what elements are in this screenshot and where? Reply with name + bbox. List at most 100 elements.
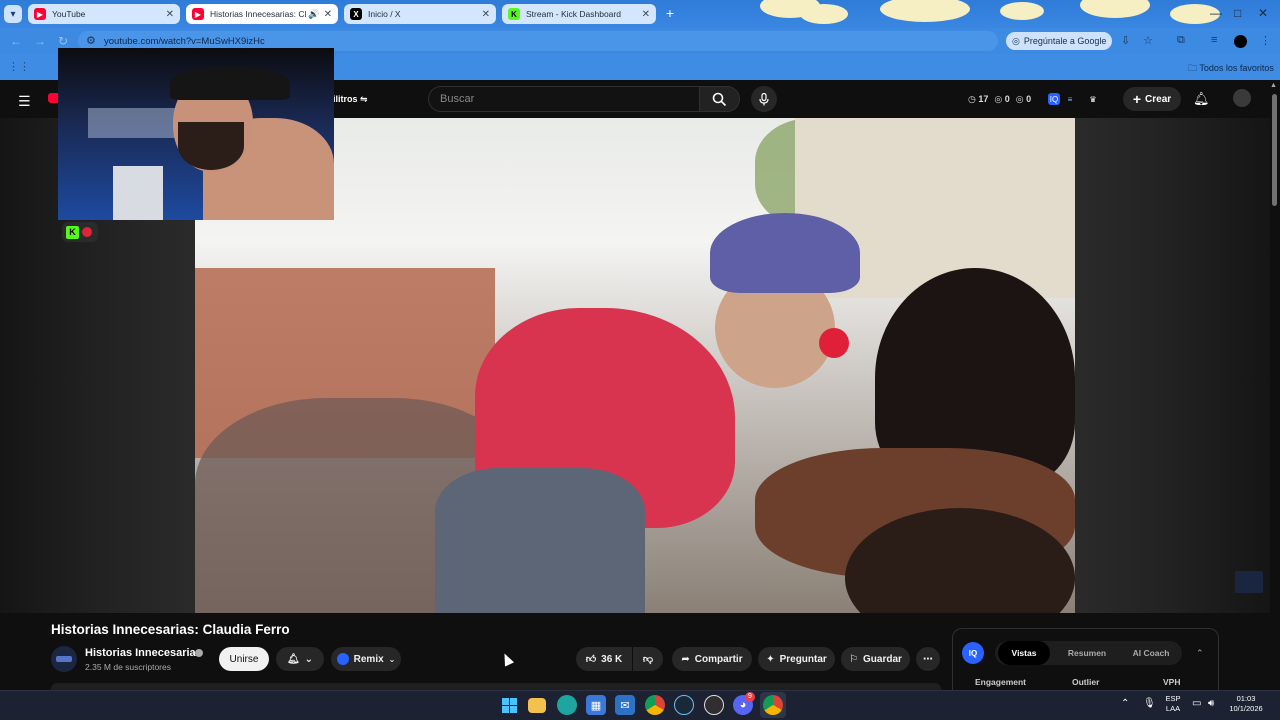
back-icon[interactable]: ←: [10, 34, 22, 48]
verified-badge-icon: [195, 649, 203, 657]
stat-third: ◎ 0: [1016, 94, 1031, 105]
clock-icon: ◷: [968, 94, 976, 104]
remix-button[interactable]: Remix ⌄: [331, 647, 401, 671]
extensions-icon[interactable]: ⧉: [1177, 34, 1185, 47]
vidiq-tab-vistas[interactable]: Vistas: [998, 641, 1050, 665]
profile-avatar[interactable]: [1234, 35, 1247, 48]
vidiq-tab-ai-coach[interactable]: AI Coach: [1122, 641, 1180, 665]
forward-icon[interactable]: →: [34, 34, 46, 48]
sparkle-icon: ✦: [766, 653, 775, 665]
screen: ▾ ▶ YouTube ✕ ▶ Historias Innecesarias: …: [0, 0, 1280, 720]
more-horizontal-icon: ⋯: [923, 653, 933, 665]
close-icon[interactable]: ✕: [166, 9, 174, 20]
language-indicator[interactable]: ESP LAA: [1162, 694, 1184, 714]
discord-badge: 9: [745, 692, 755, 702]
tab-kick[interactable]: K Stream - Kick Dashboard ✕: [502, 4, 656, 24]
thumbs-down-icon: 👎︎: [642, 654, 654, 665]
channel-avatar-mark: [56, 656, 72, 662]
edge-icon[interactable]: [557, 695, 577, 715]
steam-icon[interactable]: [674, 695, 694, 715]
create-button[interactable]: + Crear: [1123, 87, 1181, 111]
folder-icon: 🗀: [1188, 63, 1200, 73]
scrollbar-thumb[interactable]: [1272, 94, 1277, 206]
account-avatar[interactable]: [1233, 89, 1251, 107]
clock[interactable]: 01:03 10/1/2026: [1226, 694, 1266, 714]
create-label: Crear: [1145, 93, 1172, 105]
more-actions-button[interactable]: ⋯: [916, 647, 940, 671]
chrome-icon[interactable]: [645, 695, 665, 715]
speaker-icon[interactable]: 🔊: [308, 9, 319, 20]
channel-watermark[interactable]: [1235, 571, 1263, 593]
filters-button[interactable]: ilitros ⇋: [333, 94, 368, 105]
all-bookmarks[interactable]: 🗀 Todos los favoritos: [1188, 61, 1274, 77]
tray-overflow-icon[interactable]: ⌃: [1121, 698, 1129, 709]
description-box[interactable]: [51, 683, 941, 690]
volume-icon[interactable]: 🔊︎: [1208, 698, 1214, 709]
video-clown-nose: [819, 328, 849, 358]
vidiq-extension-icon[interactable]: IQ: [1048, 93, 1060, 105]
media-icon[interactable]: ≡: [1211, 34, 1217, 46]
extension-stats[interactable]: ◷ 17 ◎ 0 ◎ 0: [968, 94, 1031, 105]
trophy-icon[interactable]: ♛: [1087, 93, 1099, 105]
url-text[interactable]: youtube.com/watch?v=MuSwHX9izHc: [104, 36, 265, 47]
bookmark-star-icon[interactable]: ☆: [1143, 34, 1153, 47]
share-button[interactable]: ➦ Compartir: [672, 647, 752, 671]
install-icon[interactable]: ⇩: [1121, 34, 1130, 47]
tab-search-button[interactable]: ▾: [4, 5, 22, 23]
search-button[interactable]: [699, 86, 740, 112]
ask-google-button[interactable]: ◎ Pregúntale a Google: [1006, 32, 1112, 50]
join-button[interactable]: Unirse: [219, 647, 269, 671]
search-icon: [712, 92, 727, 106]
sliders-icon: ⇋: [360, 94, 368, 104]
close-icon[interactable]: ✕: [482, 9, 490, 20]
new-tab-button[interactable]: +: [662, 6, 678, 22]
subscription-bell-button[interactable]: 🔔︎ ⌄: [276, 647, 324, 671]
voice-search-button[interactable]: [751, 86, 777, 112]
scroll-up-icon[interactable]: ▲: [1270, 82, 1277, 89]
store-icon[interactable]: ▦: [586, 695, 606, 715]
vidiq-logo[interactable]: IQ: [962, 642, 984, 664]
close-icon[interactable]: ✕: [324, 9, 332, 20]
tab-youtube[interactable]: ▶ YouTube ✕: [28, 4, 180, 24]
tab-label: YouTube: [52, 9, 86, 19]
channel-avatar[interactable]: [51, 646, 77, 672]
windows-start-icon[interactable]: [499, 695, 519, 715]
maximize-icon[interactable]: □: [1234, 6, 1241, 20]
network-icon[interactable]: ▭: [1192, 698, 1201, 709]
chrome-active-icon[interactable]: [763, 695, 783, 715]
ask-button[interactable]: ✦ Preguntar: [758, 647, 835, 671]
close-icon[interactable]: ✕: [642, 9, 650, 20]
dislike-button[interactable]: 👎︎: [633, 647, 663, 671]
save-button[interactable]: ⚐ Guardar: [841, 647, 910, 671]
vidiq-col-vph: VPH: [1163, 677, 1181, 687]
like-button[interactable]: 👍︎ 36 K: [576, 647, 632, 671]
join-label: Unirse: [229, 653, 259, 665]
tab-video[interactable]: ▶ Historias Innecesarias: Claudia Ferro …: [186, 4, 338, 24]
channel-name[interactable]: Historias Innecesarias: [85, 647, 202, 659]
reload-icon[interactable]: ↻: [58, 34, 68, 48]
ask-google-label: Pregúntale a Google: [1023, 36, 1107, 46]
tab-x[interactable]: X Inicio / X ✕: [344, 4, 496, 24]
apps-grid-icon[interactable]: ⋮⋮: [8, 60, 30, 73]
list-extension-icon[interactable]: ≡: [1064, 93, 1076, 105]
hamburger-menu-icon[interactable]: ☰: [18, 93, 31, 110]
stat-third-value: 0: [1026, 94, 1032, 104]
obs-icon[interactable]: [704, 695, 724, 715]
notifications-bell-icon[interactable]: 🔔︎: [1193, 91, 1210, 107]
kick-icon: K: [508, 8, 520, 20]
search-input[interactable]: Buscar: [428, 86, 699, 112]
file-explorer-icon[interactable]: [528, 698, 546, 713]
stat-first: ◷ 17: [968, 94, 988, 105]
tab-label: Historias Innecesarias: Claudia Ferro: [210, 9, 306, 19]
site-info-icon[interactable]: ⚙: [86, 34, 96, 47]
close-window-icon[interactable]: ✕: [1258, 6, 1268, 20]
chevron-up-icon[interactable]: ⌃: [1196, 648, 1204, 659]
video-hat: [710, 213, 860, 293]
vidiq-tab-resumen[interactable]: Resumen: [1058, 641, 1116, 665]
mic-tray-icon[interactable]: 🎙︎: [1143, 698, 1156, 709]
thumbs-up-icon: 👍︎: [585, 654, 597, 665]
theme-cloud: [1000, 2, 1044, 20]
menu-icon[interactable]: ⋮: [1260, 34, 1271, 47]
mail-icon[interactable]: ✉: [615, 695, 635, 715]
minimize-icon[interactable]: —: [1210, 6, 1222, 20]
